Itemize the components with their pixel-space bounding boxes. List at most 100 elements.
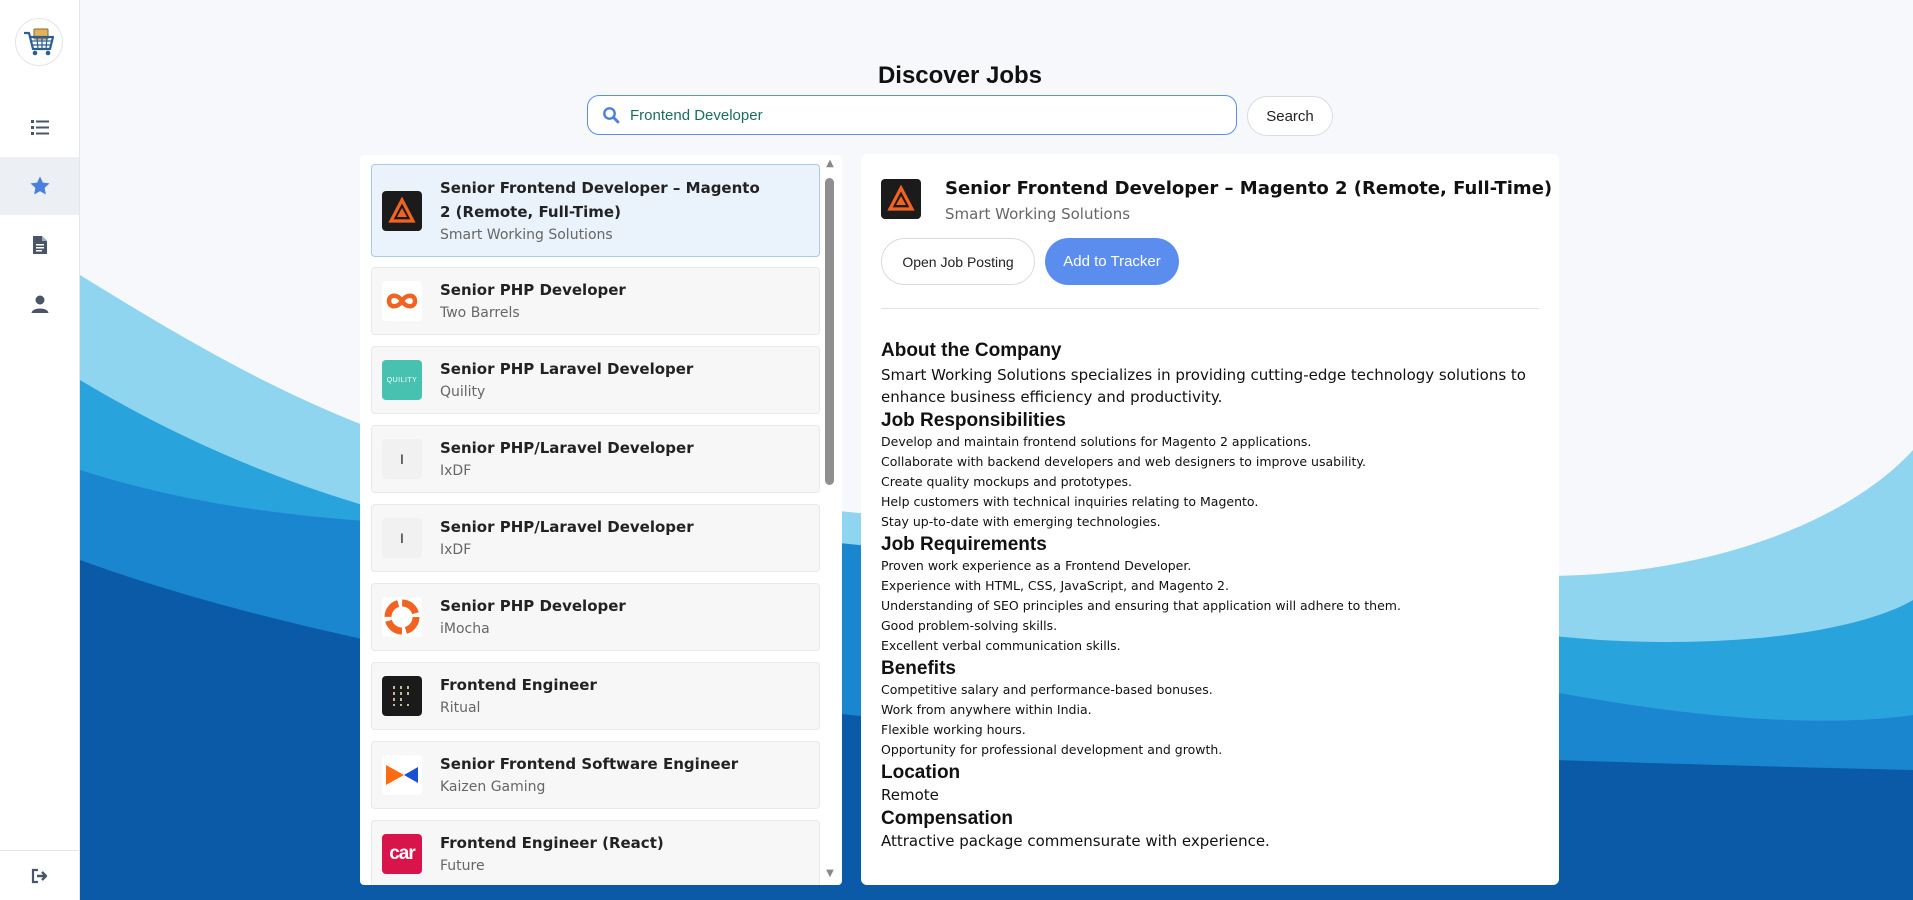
job-detail-panel: Senior Frontend Developer – Magento 2 (R…: [861, 154, 1559, 885]
nav-list[interactable]: [0, 98, 79, 156]
company-logo: [382, 597, 422, 637]
company-logo: [382, 281, 422, 321]
search-input[interactable]: [630, 106, 1220, 124]
about-heading: About the Company: [881, 340, 1062, 361]
job-title: Senior PHP/Laravel Developer: [440, 439, 694, 457]
about-text: Smart Working Solutions specializes in p…: [881, 366, 1526, 406]
list-item: Create quality mockups and prototypes.: [881, 474, 1133, 489]
job-company: Kaizen Gaming: [440, 779, 546, 795]
logout-icon: [31, 868, 47, 883]
company-logo: car: [382, 834, 422, 874]
job-company: Smart Working Solutions: [440, 226, 613, 243]
infinity-logo-icon: [386, 293, 418, 309]
imocha-logo-icon: [384, 599, 420, 635]
magento-a-logo-icon: [388, 196, 416, 223]
nav-documents[interactable]: [0, 216, 79, 274]
compensation-heading: Compensation: [881, 808, 1013, 829]
logout-button[interactable]: [0, 850, 79, 900]
company-logo: I: [382, 439, 422, 479]
job-card[interactable]: Frontend Engineer Ritual: [371, 662, 820, 730]
sidebar: [0, 0, 80, 900]
nav-favorites[interactable]: [0, 157, 79, 215]
scroll-down-icon[interactable]: ▼: [824, 868, 836, 880]
future-logo-text: car: [389, 843, 416, 864]
job-title: Senior PHP Developer: [440, 597, 626, 615]
nav-profile[interactable]: [0, 275, 79, 333]
list-item: Collaborate with backend developers and …: [881, 454, 1366, 469]
job-card[interactable]: Senior Frontend Software Engineer Kaizen…: [371, 741, 820, 809]
job-description: About the Company Smart Working Solution…: [881, 340, 1541, 852]
job-title: Senior Frontend Developer – Magento 2 (R…: [440, 178, 760, 221]
job-title: Frontend Engineer: [440, 676, 597, 694]
list-item: Develop and maintain frontend solutions …: [881, 434, 1312, 449]
compensation-text: Attractive package commensurate with exp…: [881, 832, 1270, 850]
add-to-tracker-button[interactable]: Add to Tracker: [1045, 238, 1179, 285]
list-item: Good problem-solving skills.: [881, 618, 1058, 633]
job-company: Future: [440, 858, 485, 874]
document-icon: [32, 236, 47, 254]
shopping-cart-icon: [24, 28, 55, 56]
list-item: Stay up-to-date with emerging technologi…: [881, 514, 1161, 529]
job-card[interactable]: I Senior PHP/Laravel Developer IxDF: [371, 504, 820, 572]
search-button[interactable]: Search: [1247, 96, 1333, 136]
job-card[interactable]: QUILITY Senior PHP Laravel Developer Qui…: [371, 346, 820, 414]
search-box[interactable]: [587, 95, 1237, 135]
app-logo[interactable]: [15, 18, 63, 66]
job-card[interactable]: I Senior PHP/Laravel Developer IxDF: [371, 425, 820, 493]
location-text: Remote: [881, 786, 939, 804]
job-title: Frontend Engineer (React): [440, 834, 664, 852]
ixdf-logo-text: I: [400, 530, 404, 546]
company-logo: QUILITY: [382, 360, 422, 400]
job-company: Ritual: [440, 700, 481, 716]
open-job-posting-button[interactable]: Open Job Posting: [881, 238, 1035, 285]
benefits-heading: Benefits: [881, 658, 956, 679]
company-logo: [382, 676, 422, 716]
job-title: Senior PHP/Laravel Developer: [440, 518, 694, 536]
job-card[interactable]: Senior PHP Developer Two Barrels: [371, 267, 820, 335]
list-item: Proven work experience as a Frontend Dev…: [881, 558, 1192, 573]
job-company: Quility: [440, 384, 486, 400]
scroll-thumb[interactable]: [825, 178, 834, 485]
job-card[interactable]: car Frontend Engineer (React) Future: [371, 820, 820, 885]
magento-a-logo-icon: [887, 185, 915, 211]
user-icon: [31, 295, 48, 313]
list-icon: [30, 120, 49, 135]
requirements-heading: Job Requirements: [881, 534, 1047, 555]
job-list[interactable]: Senior Frontend Developer – Magento 2 (R…: [360, 155, 842, 885]
job-title: Senior PHP Developer: [440, 281, 626, 299]
page-title: Discover Jobs: [877, 62, 1043, 89]
job-card[interactable]: Senior PHP Developer iMocha: [371, 583, 820, 651]
company-logo: [382, 190, 422, 231]
quility-logo-text: QUILITY: [386, 376, 418, 384]
job-title: Senior PHP Laravel Developer: [440, 360, 694, 378]
job-company: IxDF: [440, 463, 472, 479]
company-logo: I: [382, 518, 422, 558]
list-item: Excellent verbal communication skills.: [881, 638, 1121, 653]
list-item: Flexible working hours.: [881, 722, 1026, 737]
ixdf-logo-text: I: [400, 451, 404, 467]
job-company: Two Barrels: [440, 305, 520, 321]
job-detail-title: Senior Frontend Developer – Magento 2 (R…: [945, 178, 1553, 199]
star-icon: [30, 176, 49, 195]
kaizen-logo-icon: [386, 765, 418, 785]
list-item: Understanding of SEO principles and ensu…: [881, 598, 1401, 613]
job-company: iMocha: [440, 621, 490, 637]
job-detail-company: Smart Working Solutions: [945, 205, 1131, 223]
list-item: Work from anywhere within India.: [881, 702, 1092, 717]
company-logo: [382, 755, 422, 795]
list-item: Experience with HTML, CSS, JavaScript, a…: [881, 578, 1229, 593]
job-title: Senior Frontend Software Engineer: [440, 755, 739, 773]
company-logo: [881, 179, 921, 219]
job-card[interactable]: Senior Frontend Developer – Magento 2 (R…: [371, 164, 820, 257]
divider: [881, 308, 1539, 309]
ritual-logo-icon: [393, 686, 409, 706]
responsibilities-heading: Job Responsibilities: [881, 410, 1066, 431]
list-item: Opportunity for professional development…: [881, 742, 1223, 757]
list-item: Competitive salary and performance-based…: [881, 682, 1213, 697]
job-company: IxDF: [440, 542, 472, 558]
job-list-scrollbar[interactable]: ▲ ▼: [824, 158, 836, 882]
location-heading: Location: [881, 762, 961, 783]
scroll-up-icon[interactable]: ▲: [824, 158, 836, 170]
list-item: Help customers with technical inquiries …: [881, 494, 1259, 509]
search-icon: [603, 107, 620, 124]
